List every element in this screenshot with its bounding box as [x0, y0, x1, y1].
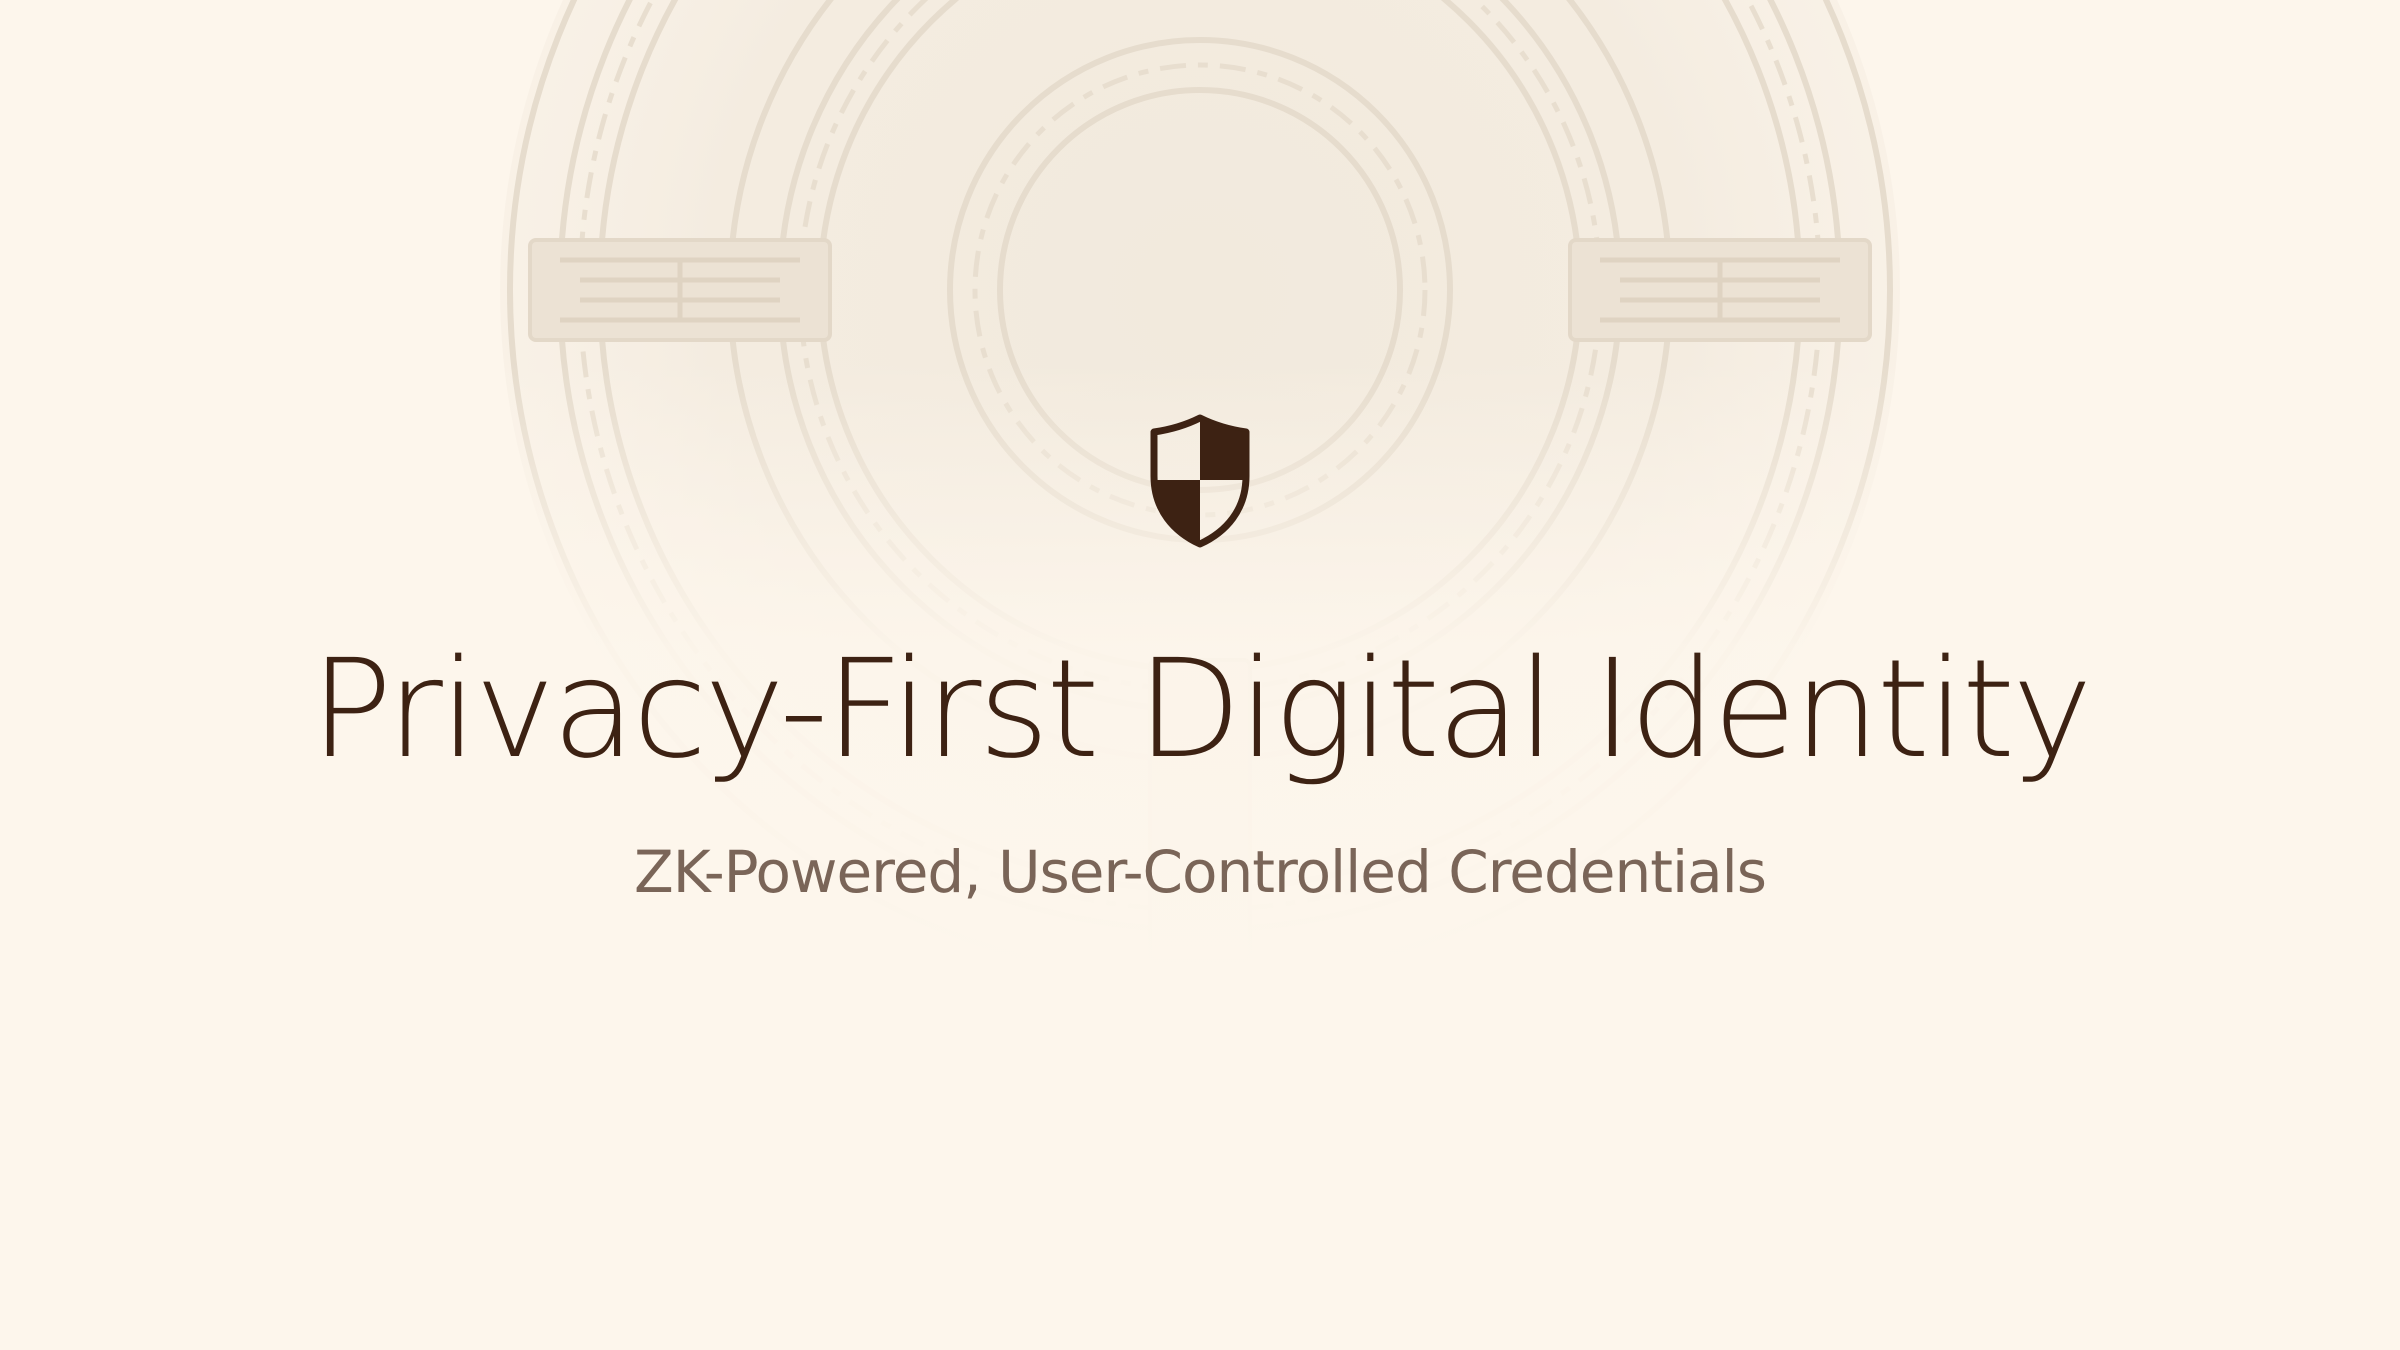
shield-icon	[1148, 414, 1252, 548]
title-slide: Privacy-First Digital Identity ZK-Powere…	[0, 0, 2400, 1350]
page-subtitle: ZK-Powered, User-Controlled Credentials	[634, 838, 1767, 906]
slide-content: Privacy-First Digital Identity ZK-Powere…	[0, 0, 2400, 1350]
page-title: Privacy-First Digital Identity	[310, 631, 2092, 789]
